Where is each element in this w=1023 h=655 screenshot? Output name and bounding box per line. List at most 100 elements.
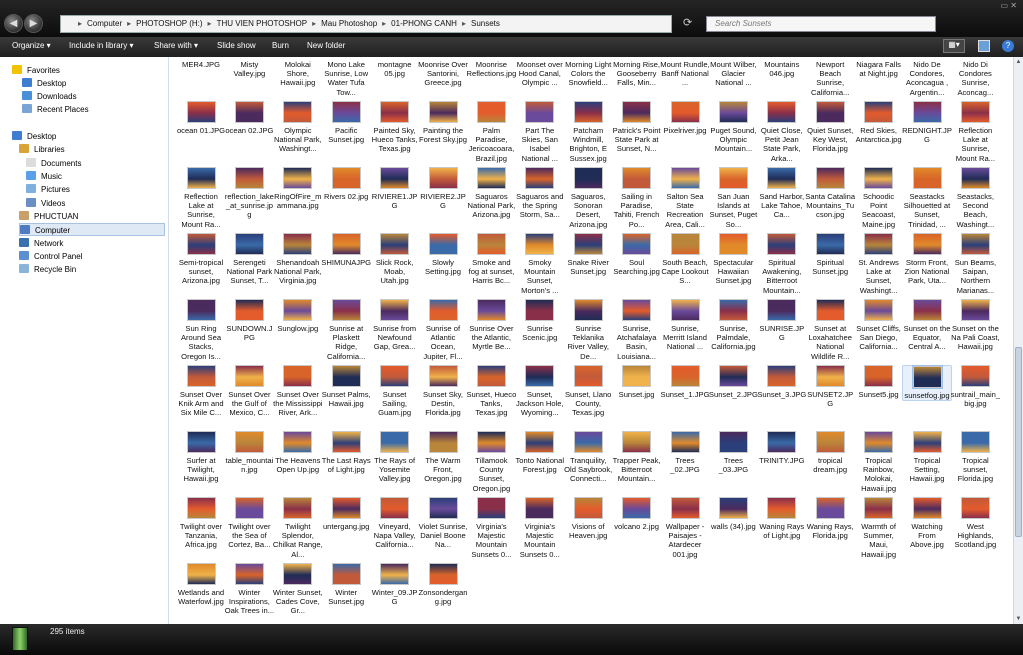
search-input[interactable]: Search Sunsets [706,16,936,32]
breadcrumb-separator-icon[interactable]: ▸ [377,19,391,28]
file-item[interactable]: South Beach, Cape Lookout S... [660,233,710,286]
file-item[interactable]: Sailing in Paradise, Tahiti, French Po..… [612,167,662,229]
file-item[interactable]: Sunset Palms, Hawaii.jpg [321,365,371,408]
file-item[interactable]: Winter Sunset, Cades Cove, Gr... [273,563,323,616]
file-item[interactable]: Sunset Over the Gulf of Mexico, C... [224,365,274,418]
scroll-up-icon[interactable]: ▲ [1015,59,1022,65]
file-item[interactable]: Santa Catalina Mountains_Tucson.jpg [805,167,855,220]
nav-item-documents[interactable]: Documents [26,157,81,170]
preview-pane-icon[interactable] [978,40,990,52]
file-item[interactable]: Watching From Above.jpg [902,497,952,550]
file-item[interactable]: Sunset Over Knik Arm and Six Mile C... [176,365,226,418]
file-item[interactable]: Reflection Lake at Sunrise, Mount Ra... [176,167,226,229]
file-item[interactable]: Sunset.jpg [612,365,662,399]
breadcrumb-separator-icon[interactable]: ▸ [122,19,136,28]
file-item[interactable]: reflection_lake_at_sunrise.jpg [224,167,274,220]
file-item[interactable]: Zonsondergang.jpg [418,563,468,606]
nav-item-music[interactable]: Music [26,170,62,183]
file-item[interactable]: Moonset over Hood Canal, Olympic ... [515,57,565,88]
scrollbar-thumb[interactable] [1015,347,1022,537]
file-item[interactable]: Red Skies, Antarctica.jpg [854,101,904,144]
file-item[interactable]: Winter_09.JPG [370,563,420,606]
file-item[interactable]: Painting the Forest Sky.jpg [418,101,468,144]
file-item[interactable]: Sunset, Hueco Tanks, Texas.jpg [466,365,516,418]
file-item[interactable]: Trees _02.JPG [660,431,710,474]
slide-show-button[interactable]: Slide show [217,41,256,50]
file-item[interactable]: SHIMUNAJPG [321,233,371,267]
file-item[interactable]: Mono Lake Sunrise, Low Water Tufa Tow... [321,57,371,97]
file-item[interactable]: Newport Beach Sunrise, California... [805,57,855,97]
file-item[interactable]: Tropical sunset, Florida.jpg [950,431,1000,484]
file-item[interactable]: Sunset on the Na Pali Coast, Hawaii.jpg [950,299,1000,352]
file-item[interactable]: TRINITY.JPG [757,431,807,465]
breadcrumb-item[interactable]: Mau Photoshop [321,19,377,28]
file-item[interactable]: Sunrise at Plaskett Ridge, California... [321,299,371,361]
file-item[interactable]: RingOfFire_mammana.jpg [273,167,323,210]
file-item[interactable]: Storm Front, Zion National Park, Uta... [902,233,952,286]
file-item[interactable]: Moonrise Over Santorini, Greece.jpg [418,57,468,88]
file-item[interactable]: Morning Rise, Gooseberry Falls, Min... [612,57,662,88]
file-item[interactable]: SUNDOWN.JPG [224,299,274,342]
file-item[interactable]: Sunset, Llano County, Texas.jpg [563,365,613,418]
nav-item-downloads[interactable]: Downloads [22,90,77,103]
nav-item-recent-places[interactable]: Recent Places [22,103,89,116]
nav-item-desktop[interactable]: Desktop [12,130,56,143]
file-item[interactable]: Twilight over the Sea of Cortez, Ba... [224,497,274,550]
file-item[interactable]: REDNIGHT.JPG [902,101,952,144]
file-item[interactable]: Wetlands and Waterfowl.jpg [176,563,226,606]
file-item[interactable]: Spectacular Hawaiian Sunset.jpg [708,233,758,286]
file-item[interactable]: table_mountain.jpg [224,431,274,474]
share-with-button[interactable]: Share with ▾ [154,41,198,50]
file-item[interactable]: Twilight Splendor, Chilkat Range, Al... [273,497,323,559]
file-item[interactable]: San Juan Islands at Sunset, Puget So... [708,167,758,229]
file-item[interactable]: Wallpaper - Paisajes - Atardecer 001.jpg [660,497,710,559]
file-item[interactable]: montagne 05.jpg [370,57,420,78]
file-item[interactable]: Sunrise, Palmdale, California.jpg [708,299,758,352]
file-item[interactable]: Painted Sky, Hueco Tanks, Texas.jpg [370,101,420,154]
include-in-library-button[interactable]: Include in library ▾ [69,41,134,50]
new-folder-button[interactable]: New folder [307,41,345,50]
file-item[interactable]: Saguaros, Sonoran Desert, Arizona.jpg [563,167,613,229]
file-item[interactable]: Sunset_2.JPG [708,365,758,399]
file-item[interactable]: Slick Rock, Moab, Utah.jpg [370,233,420,286]
file-item[interactable]: Tropical Setting, Hawaii.jpg [902,431,952,484]
file-item[interactable]: Surfer at Twilight, Hawaii.jpg [176,431,226,484]
file-item[interactable]: ocean 02.JPG [224,101,274,135]
file-item[interactable]: Seastacks Silhouetted at Sunset, Trinida… [902,167,952,229]
nav-item-control-panel[interactable]: Control Panel [19,250,82,263]
breadcrumb-item[interactable]: Computer [87,19,122,28]
file-item[interactable]: Niagara Falls at Night.jpg [854,57,904,78]
file-item[interactable]: Puget Sound, Olympic Mountain... [708,101,758,154]
file-item[interactable]: Sunrise of Atlantic Ocean, Jupiter, Fl..… [418,299,468,361]
nav-item-computer[interactable]: Computer [19,223,165,236]
file-item[interactable]: Mountains 046.jpg [757,57,807,78]
file-item[interactable]: walls (34).jpg [708,497,758,531]
file-item[interactable]: Sunset on the Equator, Central A... [902,299,952,352]
file-item[interactable]: Semi-tropical sunset, Arizona.jpg [176,233,226,286]
file-item[interactable]: Tonto National Forest.jpg [515,431,565,474]
file-item[interactable]: Quiet Sunset, Key West, Florida.jpg [805,101,855,154]
file-item[interactable]: RIVIERE2.JPG [418,167,468,210]
file-item[interactable]: sunsetfog.jpg [902,365,952,402]
nav-item-videos[interactable]: Videos [26,197,65,210]
nav-item-network[interactable]: Network [19,237,63,250]
file-item[interactable]: Waning Rays, Florida.jpg [805,497,855,540]
file-item[interactable]: Spiritual Awakening, Bitterroot Mountain… [757,233,807,295]
file-item[interactable]: Serengeti National Park Sunset, T... [224,233,274,286]
file-item[interactable]: Twilight over Tanzania, Africa.jpg [176,497,226,550]
file-item[interactable]: volcano 2.jpg [612,497,662,531]
file-item[interactable]: Sunrise Teklanika River Valley, De... [563,299,613,361]
file-item[interactable]: Pixelriver.jpg [660,101,710,135]
file-item[interactable]: ocean 01.JPG [176,101,226,135]
file-item[interactable]: Snake River Sunset.jpg [563,233,613,276]
back-button[interactable]: ◀ [4,14,23,33]
file-item[interactable]: Morning Light Colors the Snowfield... [563,57,613,88]
file-item[interactable]: The Warm Front, Oregon.jpg [418,431,468,484]
refresh-icon[interactable]: ⟳ [683,16,699,32]
file-item[interactable]: Vineyard, Napa Valley, California... [370,497,420,550]
scroll-down-icon[interactable]: ▼ [1015,616,1022,622]
file-item[interactable]: Winter Sunset.jpg [321,563,371,606]
file-item[interactable]: Smoke and fog at sunset, Harris Bc... [466,233,516,286]
file-item[interactable]: Violet Sunrise, Daniel Boone Na... [418,497,468,550]
address-bar[interactable]: ▸ Computer ▸ PHOTOSHOP (H:) ▸ THU VIEN PHOTOS… [60,15,672,33]
